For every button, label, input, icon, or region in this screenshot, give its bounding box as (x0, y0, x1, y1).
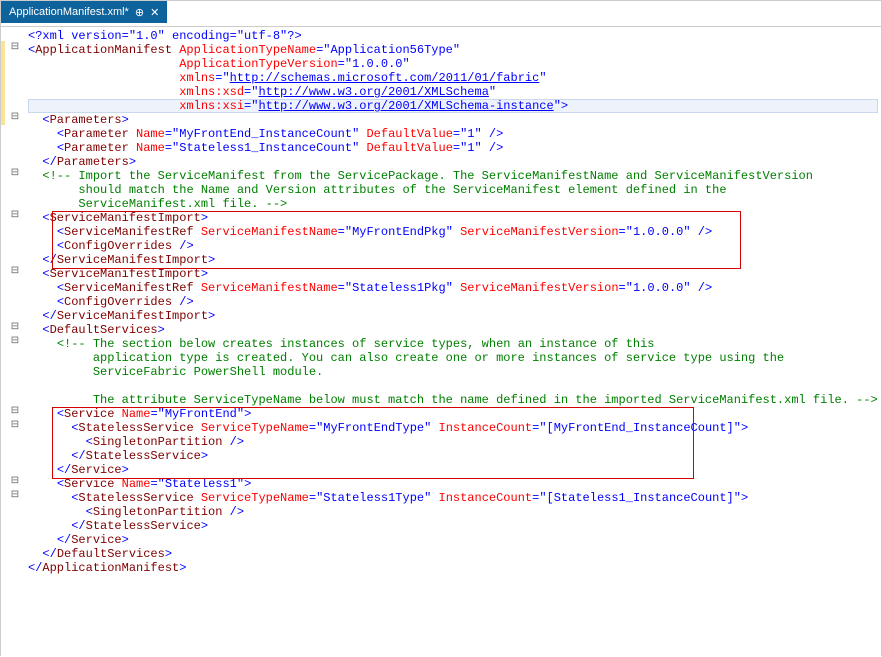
code-line[interactable]: <Parameters> (28, 113, 878, 127)
code-line[interactable]: </ApplicationManifest> (28, 561, 878, 575)
code-line[interactable]: ApplicationTypeVersion="1.0.0.0" (28, 57, 878, 71)
code-line[interactable]: xmlns:xsd="http://www.w3.org/2001/XMLSch… (28, 85, 878, 99)
fold-toggle (6, 307, 24, 321)
editor-area[interactable]: ⊟⊟⊟⊟⊟⊟⊟⊟⊟⊟⊟ <?xml version="1.0" encoding… (1, 27, 881, 657)
fold-toggle (6, 531, 24, 545)
fold-toggle (6, 545, 24, 559)
code-line[interactable]: </ServiceManifestImport> (28, 309, 878, 323)
code-line[interactable]: <!-- Import the ServiceManifest from the… (28, 169, 878, 183)
code-line[interactable]: <ServiceManifestImport> (28, 267, 878, 281)
code-line[interactable]: xmlns:xsi="http://www.w3.org/2001/XMLSch… (28, 99, 878, 113)
fold-toggle (6, 377, 24, 391)
fold-toggle[interactable]: ⊟ (6, 335, 24, 349)
fold-toggle (6, 27, 24, 41)
code-line[interactable]: <ConfigOverrides /> (28, 239, 878, 253)
code-line[interactable]: ServiceManifest.xml file. --> (28, 197, 878, 211)
fold-toggle[interactable]: ⊟ (6, 419, 24, 433)
fold-toggle (6, 503, 24, 517)
tab-title: ApplicationManifest.xml* (9, 6, 129, 18)
code-line[interactable]: should match the Name and Version attrib… (28, 183, 878, 197)
code-line[interactable]: <ApplicationManifest ApplicationTypeName… (28, 43, 878, 57)
code-line[interactable]: <SingletonPartition /> (28, 435, 878, 449)
fold-toggle (6, 195, 24, 209)
fold-toggle (6, 125, 24, 139)
fold-toggle (6, 223, 24, 237)
code-line[interactable]: </ServiceManifestImport> (28, 253, 878, 267)
code-line[interactable] (28, 379, 878, 393)
code-line[interactable]: <Parameter Name="MyFrontEnd_InstanceCoun… (28, 127, 878, 141)
fold-toggle (6, 363, 24, 377)
code-line[interactable]: </Service> (28, 463, 878, 477)
code-line[interactable]: <!-- The section below creates instances… (28, 337, 878, 351)
code-line[interactable]: </DefaultServices> (28, 547, 878, 561)
fold-toggle[interactable]: ⊟ (6, 265, 24, 279)
fold-toggle[interactable]: ⊟ (6, 405, 24, 419)
code-line[interactable]: <Parameter Name="Stateless1_InstanceCoun… (28, 141, 878, 155)
fold-toggle (6, 447, 24, 461)
code-line[interactable]: <DefaultServices> (28, 323, 878, 337)
fold-toggle (6, 461, 24, 475)
active-tab[interactable]: ApplicationManifest.xml* ⊕ ✕ (1, 1, 167, 23)
fold-toggle[interactable]: ⊟ (6, 111, 24, 125)
code-line[interactable]: <ConfigOverrides /> (28, 295, 878, 309)
fold-toggle[interactable]: ⊟ (6, 321, 24, 335)
fold-toggle[interactable]: ⊟ (6, 489, 24, 503)
fold-toggle (6, 349, 24, 363)
code-line[interactable]: xmlns="http://schemas.microsoft.com/2011… (28, 71, 878, 85)
code-line[interactable]: <SingletonPartition /> (28, 505, 878, 519)
code-line[interactable]: <ServiceManifestRef ServiceManifestName=… (28, 281, 878, 295)
code-line[interactable]: </StatelessService> (28, 449, 878, 463)
fold-toggle (6, 83, 24, 97)
code-line[interactable]: <Service Name="MyFrontEnd"> (28, 407, 878, 421)
fold-toggle (6, 391, 24, 405)
fold-toggle (6, 181, 24, 195)
fold-toggle (6, 517, 24, 531)
code-line[interactable]: <ServiceManifestRef ServiceManifestName=… (28, 225, 878, 239)
close-icon[interactable]: ✕ (150, 6, 159, 19)
code-line[interactable]: <Service Name="Stateless1"> (28, 477, 878, 491)
modified-marker (1, 41, 5, 125)
fold-toggle[interactable]: ⊟ (6, 167, 24, 181)
code-line[interactable]: The attribute ServiceTypeName below must… (28, 393, 878, 407)
fold-toggle (6, 237, 24, 251)
fold-toggle (6, 55, 24, 69)
code-line[interactable]: <ServiceManifestImport> (28, 211, 878, 225)
fold-toggle[interactable]: ⊟ (6, 41, 24, 55)
pin-icon[interactable]: ⊕ (135, 6, 144, 19)
code-line[interactable]: application type is created. You can als… (28, 351, 878, 365)
fold-toggle (6, 69, 24, 83)
fold-toggle (6, 293, 24, 307)
code-line[interactable]: <?xml version="1.0" encoding="utf-8"?> (28, 29, 878, 43)
code-line[interactable]: <StatelessService ServiceTypeName="State… (28, 491, 878, 505)
code-view[interactable]: <?xml version="1.0" encoding="utf-8"?><A… (24, 27, 878, 657)
code-line[interactable]: </StatelessService> (28, 519, 878, 533)
code-line[interactable]: ServiceFabric PowerShell module. (28, 365, 878, 379)
fold-toggle (6, 279, 24, 293)
fold-toggle (6, 139, 24, 153)
fold-gutter[interactable]: ⊟⊟⊟⊟⊟⊟⊟⊟⊟⊟⊟ (6, 27, 24, 657)
fold-toggle (6, 559, 24, 573)
fold-toggle (6, 433, 24, 447)
code-line[interactable]: <StatelessService ServiceTypeName="MyFro… (28, 421, 878, 435)
tab-bar: ApplicationManifest.xml* ⊕ ✕ (1, 1, 881, 27)
fold-toggle (6, 153, 24, 167)
code-line[interactable]: </Parameters> (28, 155, 878, 169)
code-line[interactable]: </Service> (28, 533, 878, 547)
fold-toggle[interactable]: ⊟ (6, 475, 24, 489)
fold-toggle[interactable]: ⊟ (6, 209, 24, 223)
fold-toggle (6, 251, 24, 265)
fold-toggle (6, 97, 24, 111)
